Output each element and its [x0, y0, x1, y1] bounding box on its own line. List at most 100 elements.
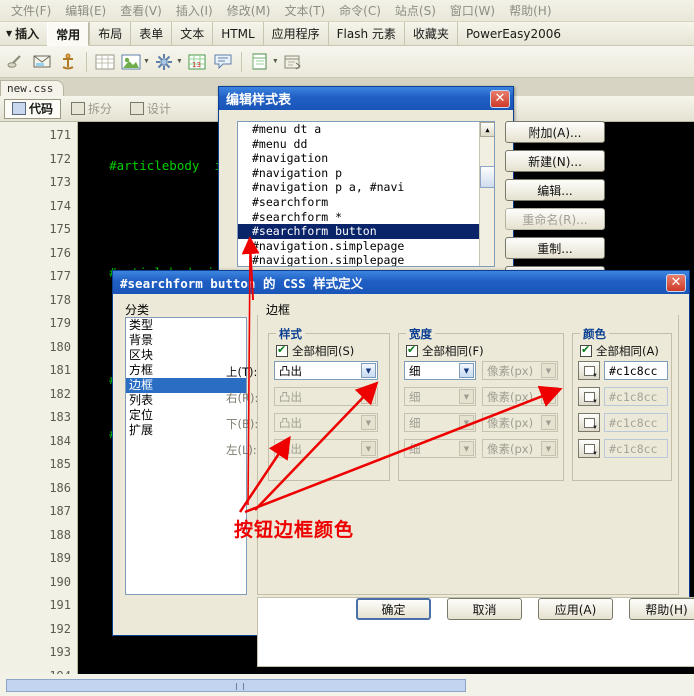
tab-label: PowerEasy2006 [465, 26, 562, 41]
document-tab-label: new.css [7, 82, 54, 95]
category-label: 分类 [125, 303, 150, 317]
menu-item-help[interactable]: 帮助(H) [502, 0, 558, 21]
edit-style-sheet-title: 编辑样式表 [226, 93, 292, 108]
image-icon[interactable] [119, 50, 143, 74]
border-bottom-unit-select: 像素(px) ▼ [482, 413, 558, 432]
chevron-up-icon[interactable]: ▲ [480, 122, 494, 137]
menu-item-commands[interactable]: 命令(C) [332, 0, 388, 21]
tab-text[interactable]: 文本 [171, 22, 212, 45]
date-icon[interactable]: 13 [185, 50, 209, 74]
close-icon[interactable]: ✕ [666, 273, 686, 292]
document-tab-new-css[interactable]: new.css [0, 80, 65, 96]
border-left-color-input: #c1c8cc [604, 439, 668, 458]
border-top-style-value: 凸出 [279, 363, 302, 378]
line-number: 191 [49, 598, 71, 612]
style-list-scrollbar[interactable]: ▲ [479, 122, 494, 266]
scrollbar-thumb[interactable] [480, 166, 494, 188]
list-item-selected[interactable]: #searchform button [238, 224, 494, 239]
border-top-color-input[interactable]: #c1c8cc [604, 361, 668, 380]
line-number: 188 [49, 527, 71, 542]
tab-layout[interactable]: 布局 [89, 22, 130, 45]
tab-common[interactable]: 常用 [47, 22, 90, 46]
template-icon[interactable] [248, 50, 272, 74]
list-item[interactable]: #searchform * [238, 210, 494, 225]
tab-application[interactable]: 应用程序 [262, 22, 328, 45]
border-top-label: 上(T): [226, 365, 258, 379]
tab-html[interactable]: HTML [212, 22, 262, 45]
border-right-width-select: 细 ▼ [404, 387, 476, 406]
help-button[interactable]: 帮助(H) [629, 598, 694, 620]
split-view-button[interactable]: 拆分 [63, 99, 120, 119]
duplicate-button[interactable]: 重制... [505, 237, 605, 259]
tab-forms[interactable]: 表单 [130, 22, 171, 45]
anchor-icon[interactable] [56, 50, 80, 74]
tab-label: Flash 元素 [336, 27, 396, 41]
menu-item-file[interactable]: 文件(F) [4, 0, 58, 21]
cancel-button[interactable]: 取消 [447, 598, 522, 620]
style-all-same-checkbox[interactable]: 全部相同(S) [276, 343, 354, 359]
edit-style-sheet-titlebar[interactable]: 编辑样式表 ✕ [219, 87, 513, 110]
apply-button[interactable]: 应用(A) [538, 598, 613, 620]
chevron-down-icon[interactable]: ▼ [143, 58, 150, 65]
list-item[interactable]: #menu dt a [238, 122, 494, 137]
close-icon[interactable]: ✕ [490, 89, 510, 108]
attach-button[interactable]: 附加(A)... [505, 121, 605, 143]
list-item[interactable]: #navigation [238, 151, 494, 166]
category-item-background[interactable]: 背景 [126, 333, 246, 348]
border-bottom-color-input: #c1c8cc [604, 413, 668, 432]
css-dialog-titlebar[interactable]: #searchform button 的 CSS 样式定义 ✕ [113, 271, 689, 294]
list-item[interactable]: #navigation p a, #navi [238, 180, 494, 195]
menu-item-insert[interactable]: 插入(I) [169, 0, 220, 21]
tab-flash-elements[interactable]: Flash 元素 [327, 22, 404, 45]
menu-item-modify[interactable]: 修改(M) [220, 0, 278, 21]
border-bottom-style-select: 凸出 ▼ [274, 413, 378, 432]
list-item[interactable]: #menu dd [238, 137, 494, 152]
list-item[interactable]: #navigation p [238, 166, 494, 181]
media-icon[interactable] [152, 50, 176, 74]
chevron-down-icon[interactable]: ▼ [459, 363, 474, 378]
edit-button[interactable]: 编辑... [505, 179, 605, 201]
svg-text:13: 13 [192, 61, 201, 69]
comment-icon[interactable] [211, 50, 235, 74]
annotation-text: 按钮边框颜色 [234, 519, 355, 541]
menu-item-text[interactable]: 文本(T) [277, 0, 332, 21]
list-item[interactable]: #searchform [238, 195, 494, 210]
email-link-icon[interactable] [30, 50, 54, 74]
chevron-down-icon[interactable]: ▼ [176, 58, 183, 65]
design-view-button[interactable]: 设计 [122, 99, 179, 119]
menu-item-view[interactable]: 查看(V) [113, 0, 169, 21]
category-item-type[interactable]: 类型 [126, 318, 246, 333]
chevron-down-icon: ▼ [592, 399, 598, 405]
color-all-same-checkbox[interactable]: 全部相同(A) [580, 343, 659, 359]
list-item[interactable]: #navigation.simplepage [238, 253, 494, 266]
border-bottom-color-picker: ▼ [578, 413, 600, 432]
color-all-same-label: 全部相同(A) [596, 344, 659, 358]
chevron-down-icon[interactable]: ▼ [272, 58, 279, 65]
border-left-unit-select: 像素(px) ▼ [482, 439, 558, 458]
tag-chooser-icon[interactable] [281, 50, 305, 74]
code-view-button[interactable]: 代码 [4, 98, 62, 119]
chevron-down-icon[interactable]: ▼ [361, 363, 376, 378]
table-icon[interactable] [93, 50, 117, 74]
tab-label: 文本 [180, 27, 205, 41]
list-item[interactable]: #navigation.simplepage [238, 239, 494, 254]
border-top-style-select[interactable]: 凸出 ▼ [274, 361, 378, 380]
menu-item-window[interactable]: 窗口(W) [443, 0, 502, 21]
tab-powereasy2006[interactable]: PowerEasy2006 [456, 22, 569, 45]
category-item-block[interactable]: 区块 [126, 348, 246, 363]
menu-item-site[interactable]: 站点(S) [388, 0, 443, 21]
horizontal-scrollbar[interactable] [6, 679, 466, 692]
width-all-same-checkbox[interactable]: 全部相同(F) [406, 343, 484, 359]
insert-panel-button[interactable]: ▼ 插入 [0, 22, 47, 45]
tab-favorites[interactable]: 收藏夹 [403, 22, 457, 45]
menu-item-edit[interactable]: 编辑(E) [58, 0, 113, 21]
border-top-width-select[interactable]: 细 ▼ [404, 361, 476, 380]
hyperlink-icon[interactable] [4, 50, 28, 74]
style-sheet-selector-list[interactable]: #menu dt a #menu dd #navigation #navigat… [237, 121, 495, 267]
new-button[interactable]: 新建(N)... [505, 150, 605, 172]
chevron-down-icon: ▼ [541, 441, 556, 456]
line-number: 186 [49, 480, 71, 495]
ok-button[interactable]: 确定 [356, 598, 431, 620]
border-top-color-picker[interactable]: ▼ [578, 361, 600, 380]
border-left-style-value: 凸出 [279, 441, 302, 456]
